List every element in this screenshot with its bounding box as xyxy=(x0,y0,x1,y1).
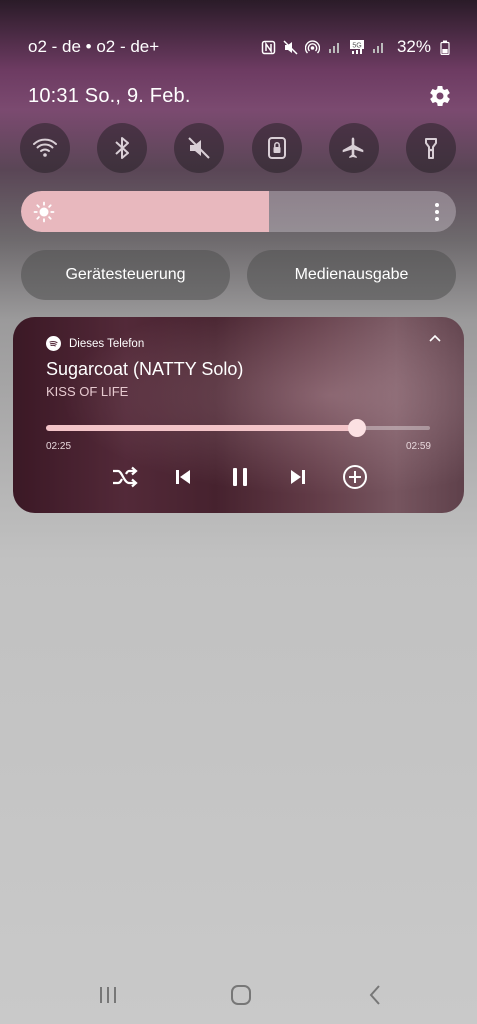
battery-icon xyxy=(437,39,453,55)
shuffle-button[interactable] xyxy=(110,462,140,492)
brightness-slider[interactable] xyxy=(21,191,456,232)
status-bar: o2 - de • o2 - de+ 5G 32% xyxy=(28,36,453,58)
media-source-label: Dieses Telefon xyxy=(69,337,145,350)
flashlight-icon xyxy=(424,138,437,159)
more-options-icon[interactable] xyxy=(434,201,440,223)
system-navigation-bar xyxy=(0,980,477,1010)
back-icon xyxy=(369,985,380,1005)
nfc-icon xyxy=(261,39,277,55)
carrier-label: o2 - de • o2 - de+ xyxy=(28,37,160,56)
playback-progress-bar[interactable] xyxy=(46,419,430,437)
chevron-up-icon[interactable] xyxy=(428,333,442,343)
mute-icon xyxy=(283,39,299,55)
hotspot-icon xyxy=(305,39,321,55)
battery-level: 32% xyxy=(396,37,431,56)
next-track-button[interactable] xyxy=(283,462,313,492)
settings-button[interactable] xyxy=(427,83,453,109)
sun-icon xyxy=(33,201,55,223)
wifi-icon xyxy=(33,138,57,157)
date-time: 10:31 So., 9. Feb. xyxy=(28,84,191,107)
qs-rotation-toggle[interactable] xyxy=(251,123,302,173)
elapsed-time: 02:25 xyxy=(46,441,72,452)
home-button[interactable] xyxy=(226,980,256,1010)
quick-settings xyxy=(20,123,456,173)
signal-icon xyxy=(371,39,387,55)
media-output-button[interactable]: Medienausgabe xyxy=(247,250,456,300)
home-icon xyxy=(231,985,251,1005)
back-button[interactable] xyxy=(360,980,390,1010)
recent-apps-button[interactable] xyxy=(93,980,123,1010)
track-title: Sugarcoat (NATTY Solo) xyxy=(46,359,244,379)
airplane-icon xyxy=(342,137,364,158)
qs-bluetooth-toggle[interactable] xyxy=(97,123,148,173)
total-time: 02:59 xyxy=(405,441,431,452)
bluetooth-icon xyxy=(115,137,130,159)
playback-controls xyxy=(110,462,370,492)
svg-text:5G: 5G xyxy=(352,43,361,50)
5g-icon: 5G xyxy=(349,39,365,55)
media-source: Dieses Telefon xyxy=(46,336,144,351)
track-artist: KISS OF LIFE xyxy=(46,384,129,399)
status-icons: 5G 32% xyxy=(261,37,453,57)
mute-icon xyxy=(188,137,211,159)
device-control-button[interactable]: Gerätesteuerung xyxy=(21,250,230,300)
qs-wifi-toggle[interactable] xyxy=(20,123,70,173)
add-circle-icon xyxy=(343,465,367,489)
panel-header: 10:31 So., 9. Feb. xyxy=(28,82,453,110)
qs-sound-toggle[interactable] xyxy=(174,123,225,173)
media-player-card[interactable]: Dieses Telefon Sugarcoat (NATTY Solo) KI… xyxy=(13,317,464,513)
rotation-lock-icon xyxy=(267,137,286,159)
progress-handle[interactable] xyxy=(348,419,367,437)
signal-icon xyxy=(327,39,343,55)
shuffle-icon xyxy=(113,466,138,488)
gear-icon xyxy=(430,85,450,107)
previous-track-button[interactable] xyxy=(168,462,198,492)
spotify-icon xyxy=(46,336,61,351)
pause-button[interactable] xyxy=(225,462,255,492)
recents-icon xyxy=(100,987,116,1003)
skip-next-icon xyxy=(290,470,305,484)
brightness-level-fill xyxy=(21,191,269,232)
progress-fill xyxy=(46,425,358,431)
control-pill-row: Gerätesteuerung Medienausgabe xyxy=(21,250,456,300)
add-to-library-button[interactable] xyxy=(340,462,370,492)
skip-previous-icon xyxy=(175,470,190,484)
qs-flashlight-toggle[interactable] xyxy=(405,123,456,173)
qs-airplane-toggle[interactable] xyxy=(328,123,379,173)
pause-icon xyxy=(233,468,247,486)
